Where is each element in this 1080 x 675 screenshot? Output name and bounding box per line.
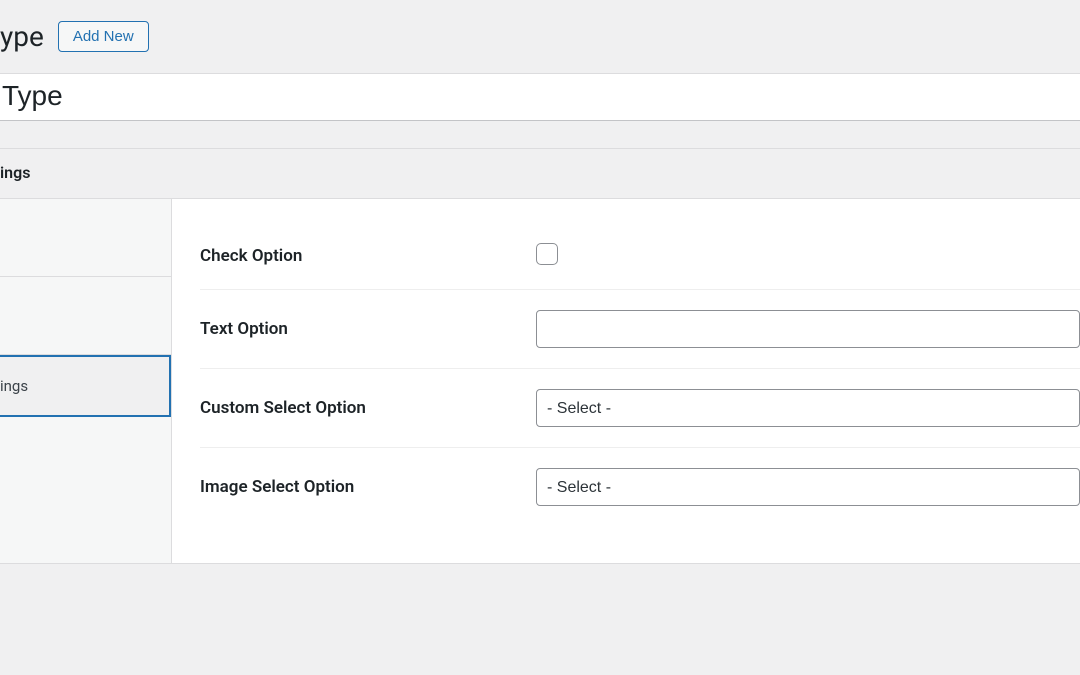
check-option-label: Check Option <box>200 246 536 266</box>
page-header: ype Add New <box>0 0 1080 73</box>
settings-tab-active[interactable]: ings <box>0 355 171 417</box>
page-bottom-spacer <box>0 564 1080 674</box>
page-title-suffix: ype <box>0 20 44 53</box>
text-option-input[interactable] <box>536 310 1080 348</box>
custom-select-control: - Select - <box>536 389 1080 427</box>
add-new-button[interactable]: Add New <box>58 21 149 52</box>
settings-tab-2[interactable] <box>0 277 171 355</box>
settings-tab-1[interactable] <box>0 199 171 277</box>
image-select-label: Image Select Option <box>200 477 536 497</box>
settings-panel-header: ings <box>0 149 1080 199</box>
settings-fields: Check Option Text Option Custom Select O… <box>172 199 1080 563</box>
settings-panel-title-suffix: ings <box>0 163 30 182</box>
text-option-label: Text Option <box>200 319 536 339</box>
text-option-control <box>536 310 1080 348</box>
field-row-image-select: Image Select Option - Select - <box>200 448 1080 526</box>
settings-tab-active-label-suffix: ings <box>0 377 28 395</box>
field-row-text: Text Option <box>200 290 1080 369</box>
custom-select-label: Custom Select Option <box>200 398 536 418</box>
settings-tabs: ings <box>0 199 172 563</box>
field-row-custom-select: Custom Select Option - Select - <box>200 369 1080 448</box>
spacer <box>0 121 1080 149</box>
image-select-dropdown[interactable]: - Select - <box>536 468 1080 506</box>
field-row-check: Check Option <box>200 223 1080 290</box>
check-option-checkbox[interactable] <box>536 243 558 265</box>
check-option-control <box>536 243 1080 269</box>
custom-select-dropdown[interactable]: - Select - <box>536 389 1080 427</box>
image-select-control: - Select - <box>536 468 1080 506</box>
title-input-container <box>0 73 1080 121</box>
post-title-input[interactable] <box>0 74 1080 120</box>
settings-panel-body: ings Check Option Text Option Custom Sel… <box>0 199 1080 564</box>
